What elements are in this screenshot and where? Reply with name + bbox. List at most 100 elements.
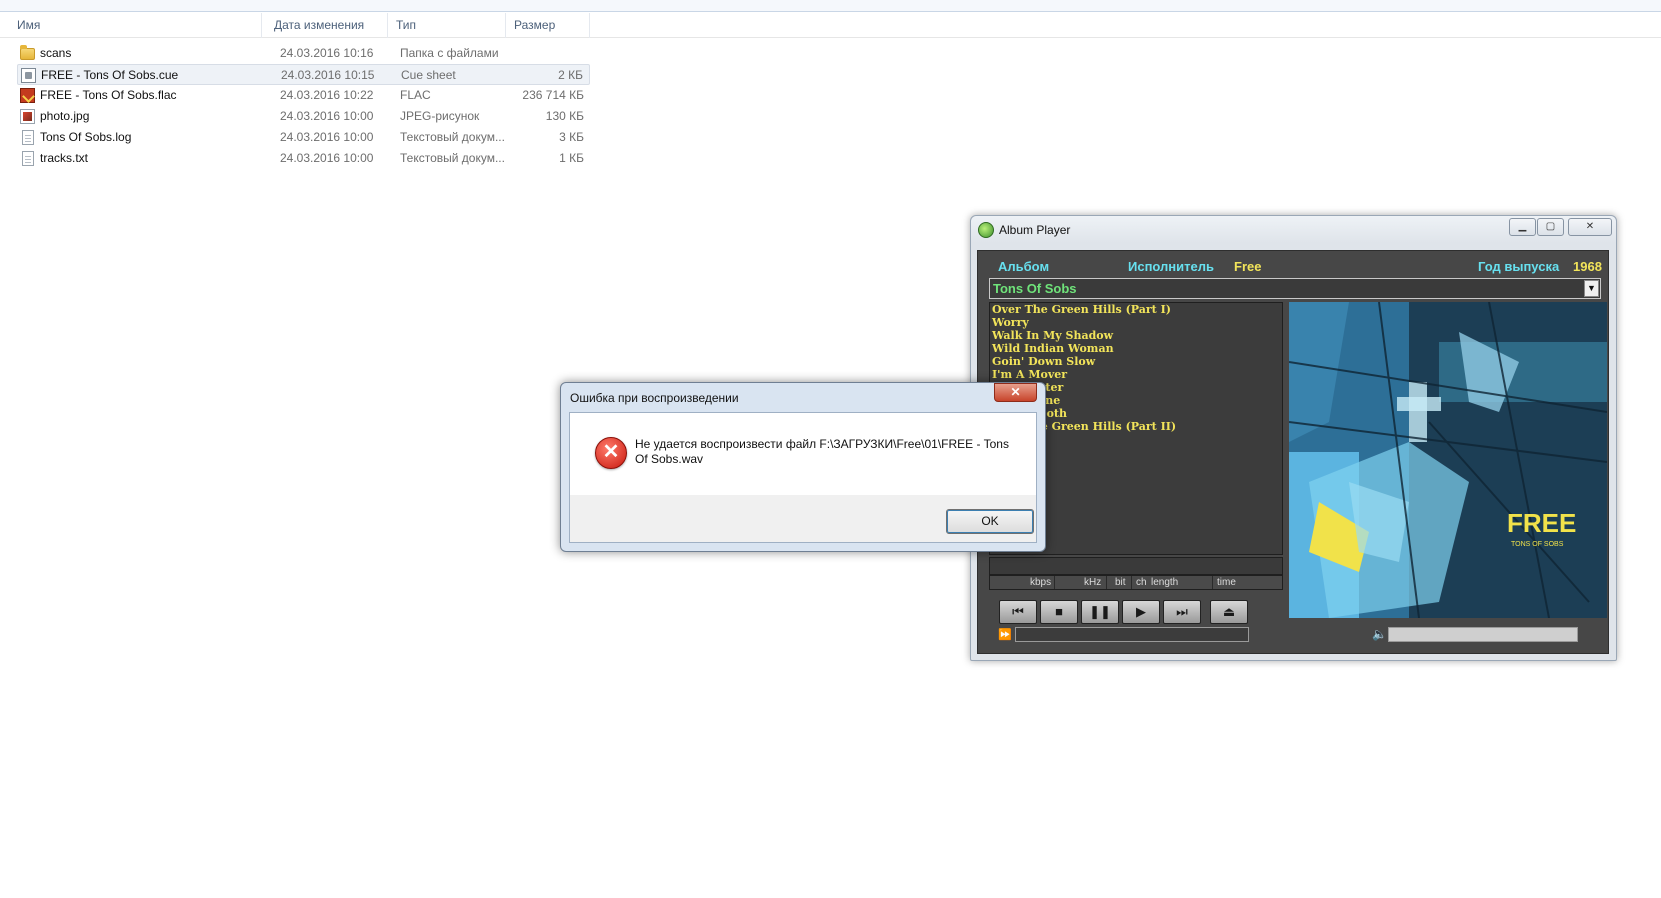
dialog-close-button[interactable]: ✕ [994, 383, 1037, 402]
cover-brand-text: FREE [1507, 508, 1576, 538]
file-type: Cue sheet [401, 68, 456, 82]
eject-button[interactable]: ⏏ [1210, 600, 1248, 624]
next-track-button[interactable]: ⏭ [1163, 600, 1201, 624]
track-info-labels: kbps kHz bit ch length time [989, 575, 1283, 590]
image-file-icon [20, 109, 35, 124]
khz-label: kHz [1084, 577, 1102, 588]
time-label: time [1217, 577, 1236, 588]
file-row-scans[interactable]: scans 24.03.2016 10:16 Папка с файлами [17, 43, 590, 64]
file-name: FREE - Tons Of Sobs.flac [40, 88, 177, 102]
column-header-type[interactable]: Тип [390, 13, 506, 38]
file-size: 130 КБ [545, 109, 584, 123]
file-row-tracks[interactable]: tracks.txt 24.03.2016 10:00 Текстовый до… [17, 148, 590, 169]
album-select[interactable]: Tons Of Sobs ▼ [989, 278, 1601, 299]
file-row-flac[interactable]: FREE - Tons Of Sobs.flac 24.03.2016 10:2… [17, 85, 590, 106]
file-type: Текстовый докум... [400, 130, 505, 144]
file-date: 24.03.2016 10:00 [280, 151, 374, 165]
file-row-log[interactable]: Tons Of Sobs.log 24.03.2016 10:00 Тексто… [17, 127, 590, 148]
skip-forward-icon: ⏭ [1176, 604, 1188, 619]
album-select-value: Tons Of Sobs [993, 281, 1077, 296]
track-item[interactable]: Worry [992, 316, 1029, 329]
file-name: photo.jpg [40, 109, 90, 123]
album-cover-art: FREE TONS OF SOBS [1289, 302, 1607, 618]
file-size: 2 КБ [558, 68, 583, 82]
play-button[interactable]: ▶ [1122, 600, 1160, 624]
maximize-button[interactable]: ▢ [1537, 218, 1564, 236]
volume-slider-fill [1389, 628, 1577, 641]
track-item[interactable]: Walk In My Shadow [992, 329, 1113, 342]
info-divider [1106, 576, 1107, 589]
error-message: Не удается воспроизвести файл F:\ЗАГРУЗК… [635, 437, 1009, 466]
dialog-message-area: ✕ Не удается воспроизвести файл F:\ЗАГРУ… [570, 413, 1036, 495]
file-date: 24.03.2016 10:16 [280, 46, 374, 60]
player-titlebar[interactable]: Album Player ▁ ▢ ✕ [971, 216, 1616, 243]
file-type: JPEG-рисунок [400, 109, 480, 123]
file-row-photo[interactable]: photo.jpg 24.03.2016 10:00 JPEG-рисунок … [17, 106, 590, 127]
track-info-bar [989, 557, 1283, 575]
column-header-date[interactable]: Дата изменения [268, 13, 388, 38]
column-header-size[interactable]: Размер [508, 13, 590, 38]
player-app-icon [978, 222, 994, 238]
error-dialog: Ошибка при воспроизведении ✕ ✕ Не удаетс… [560, 382, 1046, 552]
seek-icon: ⏩ [998, 629, 1012, 641]
year-value: 1968 [1573, 259, 1602, 274]
album-label: Альбом [998, 259, 1050, 274]
file-type: Папка с файлами [400, 46, 499, 60]
file-size: 3 КБ [559, 130, 584, 144]
play-icon: ▶ [1136, 604, 1146, 619]
minimize-icon: ▁ [1518, 221, 1527, 232]
prev-track-button[interactable]: ⏮ [999, 600, 1037, 624]
minimize-button[interactable]: ▁ [1509, 218, 1536, 236]
flac-file-icon [20, 88, 35, 103]
stop-button[interactable]: ■ [1040, 600, 1078, 624]
file-size: 236 714 КБ [522, 88, 584, 102]
dialog-content: ✕ Не удается воспроизвести файл F:\ЗАГРУ… [569, 412, 1037, 543]
track-item[interactable]: Wild Indian Woman [992, 342, 1114, 355]
length-label: length [1151, 577, 1179, 588]
year-label: Год выпуска [1478, 259, 1560, 274]
player-body: Альбом Исполнитель Free Год выпуска 1968… [977, 250, 1609, 654]
pause-button[interactable]: ❚❚ [1081, 600, 1119, 624]
eject-icon: ⏏ [1222, 604, 1236, 619]
album-cover: FREE TONS OF SOBS [1289, 302, 1607, 618]
file-size: 1 КБ [559, 151, 584, 165]
cover-subtitle-text: TONS OF SOBS [1511, 541, 1564, 548]
file-type: Текстовый докум... [400, 151, 505, 165]
text-file-icon [22, 151, 34, 166]
skip-back-icon: ⏮ [1012, 604, 1024, 619]
maximize-icon: ▢ [1545, 221, 1556, 232]
column-header-name[interactable]: Имя [0, 13, 262, 38]
file-date: 24.03.2016 10:00 [280, 130, 374, 144]
seek-slider[interactable] [1015, 627, 1249, 642]
file-type: FLAC [400, 88, 431, 102]
chevron-down-icon: ▼ [1587, 283, 1596, 293]
toolbar-strip [0, 0, 1661, 12]
kbps-label: kbps [1030, 577, 1052, 588]
track-item[interactable]: I'm A Mover [992, 368, 1067, 381]
pause-icon: ❚❚ [1089, 604, 1111, 619]
close-icon: ✕ [1585, 221, 1595, 232]
player-close-button[interactable]: ✕ [1568, 218, 1612, 236]
file-date: 24.03.2016 10:22 [280, 88, 374, 102]
player-window-title: Album Player [999, 223, 1071, 237]
file-name: scans [40, 46, 72, 60]
track-item[interactable]: Over The Green Hills (Part I) [992, 303, 1171, 316]
album-select-dropdown-button[interactable]: ▼ [1584, 280, 1599, 297]
close-icon: ✕ [1010, 385, 1021, 399]
file-name: tracks.txt [40, 151, 89, 165]
file-date: 24.03.2016 10:00 [280, 109, 374, 123]
text-file-icon [22, 130, 34, 145]
folder-icon [20, 45, 35, 60]
info-divider [1054, 576, 1055, 589]
channels-label: ch [1136, 577, 1147, 588]
ok-button[interactable]: OK [946, 509, 1034, 534]
album-player-window: Album Player ▁ ▢ ✕ Альбом Исполнитель Fr… [970, 215, 1617, 661]
file-date: 24.03.2016 10:15 [281, 68, 375, 82]
stop-icon: ■ [1055, 604, 1063, 619]
file-row-cue[interactable]: FREE - Tons Of Sobs.cue 24.03.2016 10:15… [17, 64, 590, 85]
track-item[interactable]: Goin' Down Slow [992, 355, 1095, 368]
volume-icon: 🔈 [1372, 627, 1387, 641]
volume-slider[interactable] [1388, 627, 1578, 642]
error-icon: ✕ [595, 437, 627, 469]
dialog-title: Ошибка при воспроизведении [570, 391, 739, 405]
